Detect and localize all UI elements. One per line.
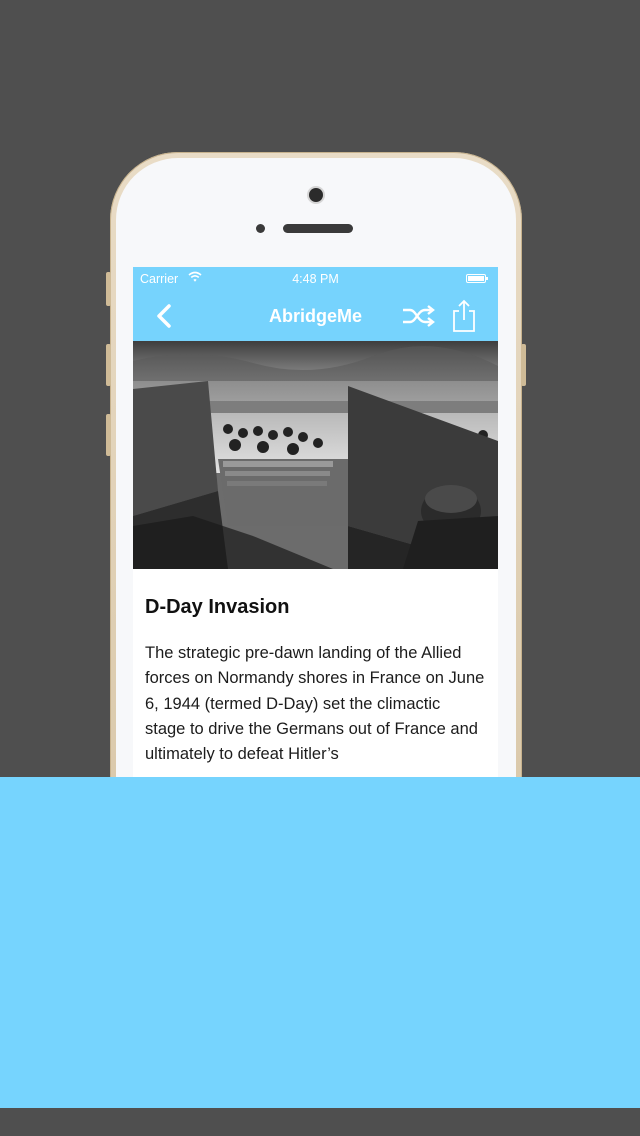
shuffle-icon[interactable] — [401, 303, 435, 329]
status-bar: Carrier 4:48 PM — [133, 267, 498, 291]
mute-switch — [106, 272, 111, 306]
front-camera — [309, 188, 323, 202]
battery-icon — [466, 274, 488, 283]
article-title: D-Day Invasion — [145, 596, 290, 618]
volume-up-button — [106, 344, 111, 386]
proximity-sensor — [256, 224, 265, 233]
navigation-bar: AbridgeMe — [133, 291, 498, 341]
share-icon[interactable] — [451, 299, 477, 333]
power-button — [521, 344, 526, 386]
volume-down-button — [106, 414, 111, 456]
article-image — [133, 341, 498, 569]
status-time: 4:48 PM — [292, 272, 339, 286]
phone-screen: Carrier 4:48 PM AbridgeMe D-Day Invasion… — [133, 267, 498, 827]
nav-title: AbridgeMe — [268, 306, 362, 326]
article-body: The strategic pre-dawn landing of the Al… — [145, 644, 485, 764]
earpiece-speaker — [283, 224, 353, 233]
bottom-color-panel — [0, 777, 640, 1108]
